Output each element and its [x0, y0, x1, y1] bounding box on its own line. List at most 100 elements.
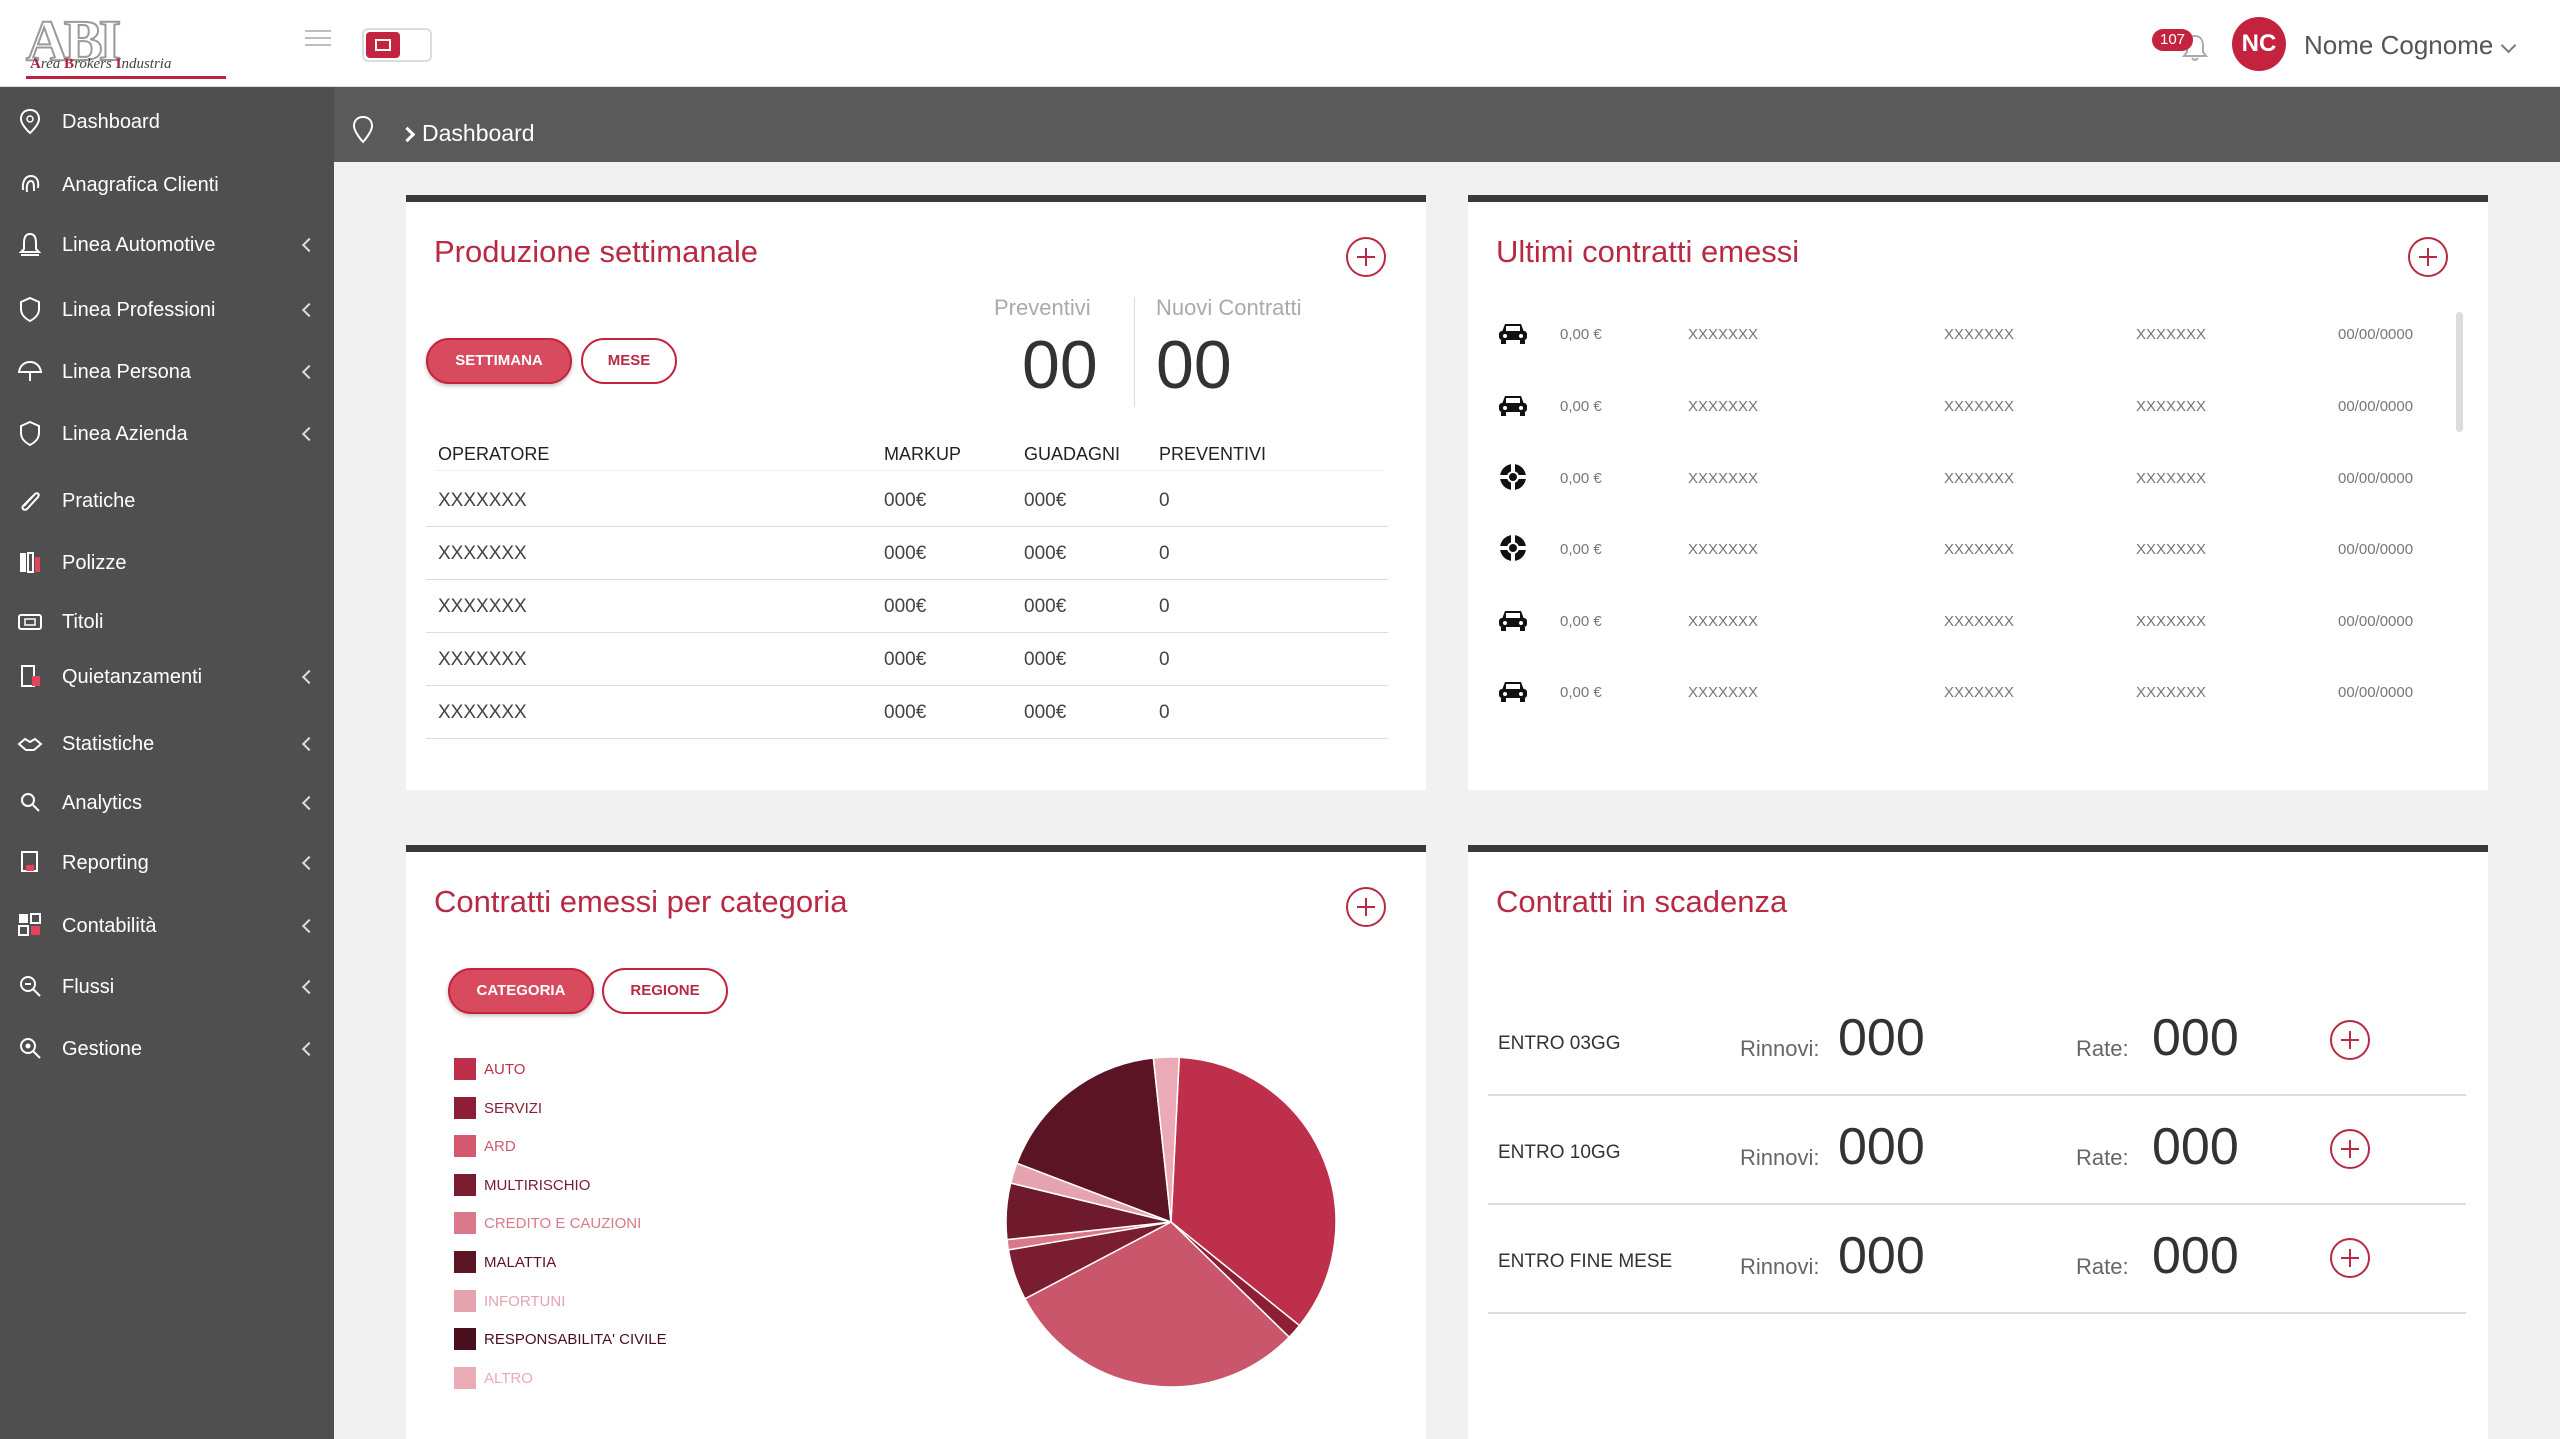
sidebar-item-titoli[interactable]: Titoli — [0, 595, 334, 651]
ultimi-contratti-card: Ultimi contratti emessi 0,00 €XXXXXXXXXX… — [1468, 195, 2488, 790]
avatar[interactable]: NC — [2232, 17, 2286, 71]
stat-divider — [1134, 297, 1135, 407]
chevron-down-icon[interactable] — [2501, 38, 2517, 54]
table-row[interactable]: XXXXXXX000€000€0 — [426, 474, 1388, 527]
report-icon — [16, 848, 44, 876]
legend-label: RESPONSABILITA' CIVILE — [484, 1331, 667, 1348]
top-bar: ABI Area Brokers Industria 107 NC Nome C… — [0, 0, 2560, 87]
sidebar-item-contabilit[interactable]: Contabilità — [0, 899, 334, 955]
sidebar-item-flussi[interactable]: Flussi — [0, 960, 334, 1016]
sidebar-item-dashboard[interactable]: Dashboard — [0, 95, 334, 151]
sidebar-item-polizze[interactable]: Polizze — [0, 536, 334, 592]
table-cell: 0 — [1159, 543, 1170, 565]
list-item[interactable]: 0,00 €XXXXXXXXXXXXXXXXXXXXX00/00/0000 — [1496, 386, 2436, 426]
table-cell: 0 — [1159, 702, 1170, 724]
sidebar-item-reporting[interactable]: Reporting — [0, 836, 334, 892]
sidebar-item-analytics[interactable]: Analytics — [0, 776, 334, 832]
sidebar-item-label: Pratiche — [62, 490, 135, 513]
category-pie-chart — [996, 1047, 1346, 1397]
contract-date: 00/00/0000 — [2338, 684, 2413, 701]
abi-logo[interactable]: ABI Area Brokers Industria — [26, 12, 231, 74]
legend-label: ALTRO — [484, 1370, 533, 1387]
table-row[interactable]: XXXXXXX000€000€0 — [426, 527, 1388, 580]
preventivi-value: 00 — [1022, 326, 1098, 404]
list-item[interactable]: 0,00 €XXXXXXXXXXXXXXXXXXXXX00/00/0000 — [1496, 314, 2436, 354]
card-title: Contratti emessi per categoria — [434, 884, 848, 920]
notification-badge[interactable]: 107 — [2152, 29, 2193, 51]
legend-swatch — [454, 1212, 476, 1234]
legend-swatch — [454, 1367, 476, 1389]
breadcrumb-current[interactable]: Dashboard — [422, 120, 535, 147]
table-row[interactable]: XXXXXXX000€000€0 — [426, 686, 1388, 739]
car-icon — [1496, 316, 1530, 350]
legend-label: CREDITO E CAUZIONI — [484, 1215, 641, 1232]
sidebar-item-label: Polizze — [62, 552, 126, 575]
list-item[interactable]: 0,00 €XXXXXXXXXXXXXXXXXXXXX00/00/0000 — [1496, 529, 2436, 569]
contract-date: 00/00/0000 — [2338, 398, 2413, 415]
logo-subtitle: Area Brokers Industria — [30, 56, 171, 73]
table-cell: 000€ — [1024, 543, 1066, 565]
expiry-period: ENTRO 03GG — [1498, 1033, 1620, 1055]
books-icon — [16, 548, 44, 576]
tab-categoria[interactable]: CATEGORIA — [448, 968, 594, 1014]
contract-field: XXXXXXX — [2136, 470, 2206, 487]
paperclip-icon — [16, 486, 44, 514]
add-icon[interactable] — [1346, 887, 1386, 927]
table-cell: XXXXXXX — [438, 596, 527, 618]
table-row[interactable]: XXXXXXX000€000€0 — [426, 633, 1388, 686]
card-title: Contratti in scadenza — [1496, 884, 1787, 920]
contract-field: XXXXXXX — [1944, 684, 2014, 701]
sidebar-item-gestione[interactable]: Gestione — [0, 1022, 334, 1078]
preventivi-label: Preventivi — [994, 295, 1091, 321]
table-row[interactable]: XXXXXXX000€000€0 — [426, 580, 1388, 633]
table-header-divider — [434, 418, 1384, 471]
add-icon[interactable] — [2330, 1238, 2370, 1278]
chevron-left-icon — [302, 737, 316, 751]
sidebar-item-label: Titoli — [62, 611, 103, 634]
contract-amount: 0,00 € — [1560, 541, 1602, 558]
list-item[interactable]: 0,00 €XXXXXXXXXXXXXXXXXXXXX00/00/0000 — [1496, 672, 2436, 712]
contract-field: XXXXXXX — [1944, 326, 2014, 343]
tab-regione[interactable]: REGIONE — [602, 968, 728, 1014]
user-name[interactable]: Nome Cognome — [2304, 30, 2493, 61]
sidebar-item-label: Reporting — [62, 852, 149, 875]
layout-toggle[interactable] — [362, 28, 432, 62]
sidebar-item-quietanzamenti[interactable]: Quietanzamenti — [0, 650, 334, 706]
scrollbar[interactable] — [2456, 312, 2463, 432]
car-icon — [1496, 674, 1530, 708]
rinnovi-label: Rinnovi: — [1740, 1254, 1819, 1280]
contract-field: XXXXXXX — [1688, 613, 1758, 630]
sidebar-item-label: Contabilità — [62, 915, 157, 938]
sidebar-item-linea-automotive[interactable]: Linea Automotive — [0, 218, 334, 274]
chevron-left-icon — [302, 919, 316, 933]
add-icon[interactable] — [1346, 237, 1386, 277]
sidebar-item-label: Gestione — [62, 1038, 142, 1061]
sidebar-item-pratiche[interactable]: Pratiche — [0, 474, 334, 530]
sidebar-item-linea-azienda[interactable]: Linea Azienda — [0, 407, 334, 463]
sidebar-item-statistiche[interactable]: Statistiche — [0, 717, 334, 773]
rinnovi-label: Rinnovi: — [1740, 1145, 1819, 1171]
toggle-knob — [366, 32, 400, 58]
legend-label: MALATTIA — [484, 1254, 556, 1271]
sidebar-item-linea-professioni[interactable]: Linea Professioni — [0, 283, 334, 339]
list-item[interactable]: 0,00 €XXXXXXXXXXXXXXXXXXXXX00/00/0000 — [1496, 601, 2436, 641]
table-cell: 000€ — [1024, 490, 1066, 512]
table-cell: 000€ — [884, 702, 926, 724]
sidebar-item-anagrafica-clienti[interactable]: Anagrafica Clienti — [0, 158, 334, 214]
umbrella-icon — [16, 357, 44, 385]
sidebar-item-label: Linea Azienda — [62, 423, 188, 446]
sidebar-item-linea-persona[interactable]: Linea Persona — [0, 345, 334, 401]
add-icon[interactable] — [2408, 237, 2448, 277]
scadenza-card: Contratti in scadenza ENTRO 03GG Rinnovi:… — [1468, 845, 2488, 1439]
legend-swatch — [454, 1135, 476, 1157]
tab-settimana[interactable]: SETTIMANA — [426, 338, 572, 384]
card-title: Ultimi contratti emessi — [1496, 234, 1799, 270]
add-icon[interactable] — [2330, 1129, 2370, 1169]
list-item[interactable]: 0,00 €XXXXXXXXXXXXXXXXXXXXX00/00/0000 — [1496, 458, 2436, 498]
contract-field: XXXXXXX — [2136, 541, 2206, 558]
table-cell: 000€ — [884, 543, 926, 565]
chevron-left-icon — [302, 980, 316, 994]
tab-mese[interactable]: MESE — [581, 338, 677, 384]
add-icon[interactable] — [2330, 1020, 2370, 1060]
menu-icon[interactable] — [305, 30, 331, 50]
